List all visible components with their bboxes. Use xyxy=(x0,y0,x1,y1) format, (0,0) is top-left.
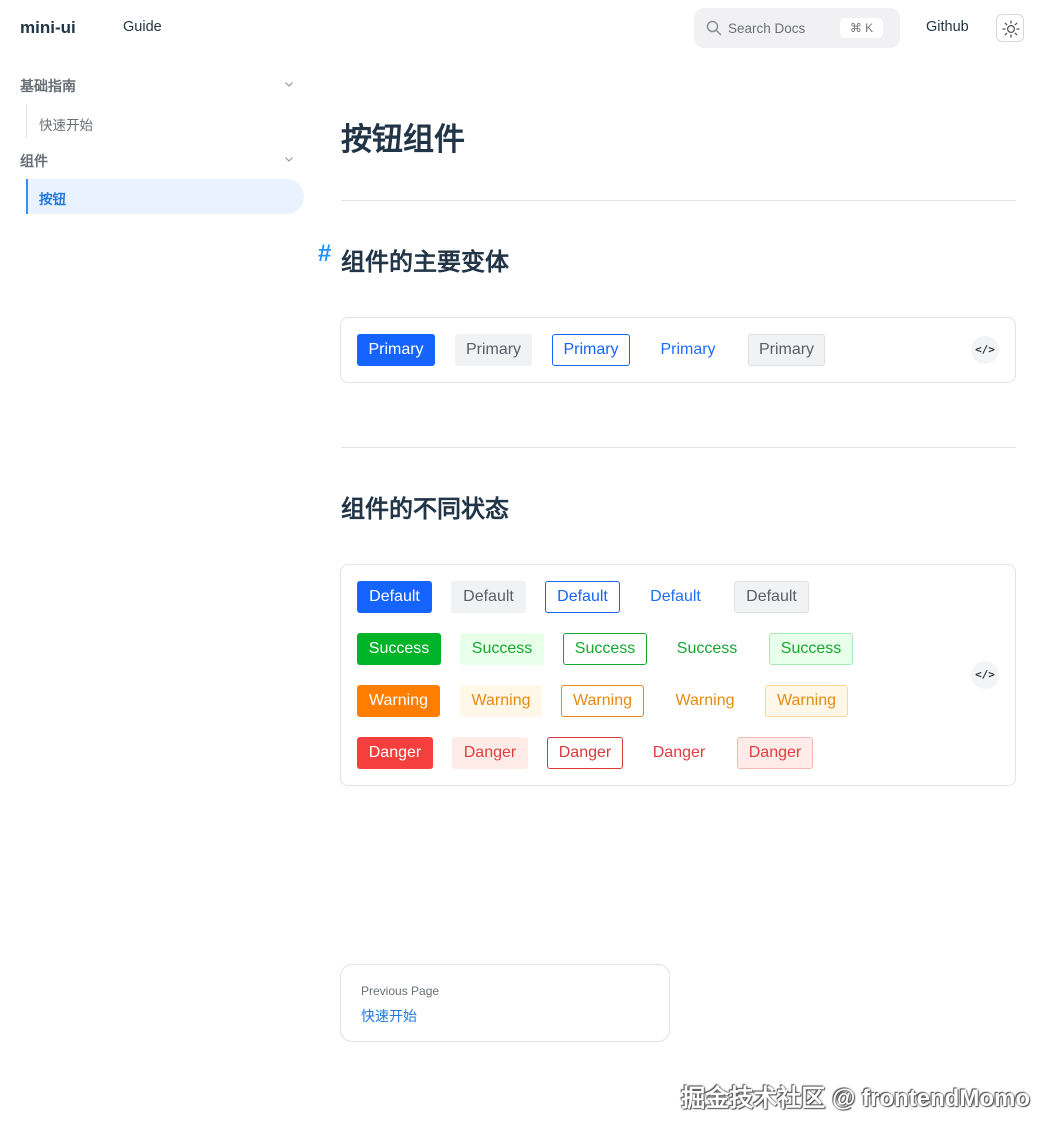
prev-page-link[interactable]: Previous Page 快速开始 xyxy=(340,964,670,1042)
code-toggle-button[interactable]: </> xyxy=(971,336,999,364)
primary-text-button[interactable]: Primary xyxy=(649,334,727,366)
success-soft-button[interactable]: Success xyxy=(460,633,544,665)
warning-text-button[interactable]: Warning xyxy=(664,685,746,717)
prev-page-label: Previous Page xyxy=(361,984,440,998)
search-placeholder: Search Docs xyxy=(728,21,806,36)
warning-outline-button[interactable]: Warning xyxy=(561,685,644,717)
success-light-button[interactable]: Success xyxy=(769,633,853,665)
divider xyxy=(341,200,1016,201)
section-heading-variants: 组件的主要变体 xyxy=(341,249,509,276)
demo-box-states: Default Default Default Default Default Succe… xyxy=(340,564,1016,786)
danger-text-button[interactable]: Danger xyxy=(641,737,717,769)
success-solid-button[interactable]: Success xyxy=(357,633,441,665)
primary-soft-button[interactable]: Primary xyxy=(455,334,532,366)
danger-outline-button[interactable]: Danger xyxy=(547,737,623,769)
search-box[interactable]: Search Docs ⌘ K xyxy=(694,8,900,48)
nav-link-guide[interactable]: Guide xyxy=(123,19,162,35)
warning-light-button[interactable]: Warning xyxy=(765,685,848,717)
danger-solid-button[interactable]: Danger xyxy=(357,737,433,769)
heading-anchor-link[interactable]: # xyxy=(318,240,331,268)
warning-soft-button[interactable]: Warning xyxy=(460,685,542,717)
primary-solid-button[interactable]: Default xyxy=(357,581,432,613)
search-icon xyxy=(706,20,722,36)
watermark: 掘金技术社区 @ frontendMomo xyxy=(681,1085,1030,1112)
success-outline-button[interactable]: Success xyxy=(563,633,647,665)
sidebar-item-quick-start[interactable]: 快速开始 xyxy=(39,114,93,134)
primary-text-button[interactable]: Default xyxy=(638,581,713,613)
primary-light-button[interactable]: Primary xyxy=(748,334,825,366)
success-text-button[interactable]: Success xyxy=(665,633,749,665)
top-nav: mini-ui Guide Search Docs ⌘ K Github xyxy=(0,0,1058,56)
warning-solid-button[interactable]: Warning xyxy=(357,685,440,717)
sun-icon xyxy=(1002,20,1020,38)
primary-soft-button[interactable]: Default xyxy=(451,581,526,613)
sidebar-item-button[interactable]: 按钮 xyxy=(26,179,304,214)
divider xyxy=(341,447,1016,448)
danger-soft-button[interactable]: Danger xyxy=(452,737,528,769)
sidebar-item-label: 按钮 xyxy=(39,192,66,207)
nav-link-github[interactable]: Github xyxy=(926,19,969,35)
demo-box-variants: Primary Primary Primary Primary Primary </> xyxy=(340,317,1016,383)
sidebar-indent-line xyxy=(26,104,27,138)
sidebar-group-label: 组件 xyxy=(20,153,48,169)
search-shortcut-badge: ⌘ K xyxy=(840,18,883,38)
code-icon: </> xyxy=(975,343,995,356)
prev-page-title: 快速开始 xyxy=(361,1008,417,1024)
section-heading-states: 组件的不同状态 xyxy=(341,496,509,523)
sidebar-group-components[interactable]: 组件 xyxy=(20,151,300,171)
page-title: 按钮组件 xyxy=(341,122,465,157)
sidebar-group-label: 基础指南 xyxy=(20,78,76,94)
primary-solid-button[interactable]: Primary xyxy=(357,334,435,366)
danger-light-button[interactable]: Danger xyxy=(737,737,813,769)
primary-outline-button[interactable]: Default xyxy=(545,581,620,613)
sidebar-group-guide[interactable]: 基础指南 xyxy=(20,76,300,96)
chevron-down-icon xyxy=(285,82,293,87)
code-icon: </> xyxy=(975,668,995,681)
primary-outline-button[interactable]: Primary xyxy=(552,334,630,366)
site-logo[interactable]: mini-ui xyxy=(20,18,76,38)
primary-light-button[interactable]: Default xyxy=(734,581,809,613)
chevron-down-icon xyxy=(285,157,293,162)
code-toggle-button[interactable]: </> xyxy=(971,661,999,689)
theme-toggle-button[interactable] xyxy=(996,14,1024,42)
